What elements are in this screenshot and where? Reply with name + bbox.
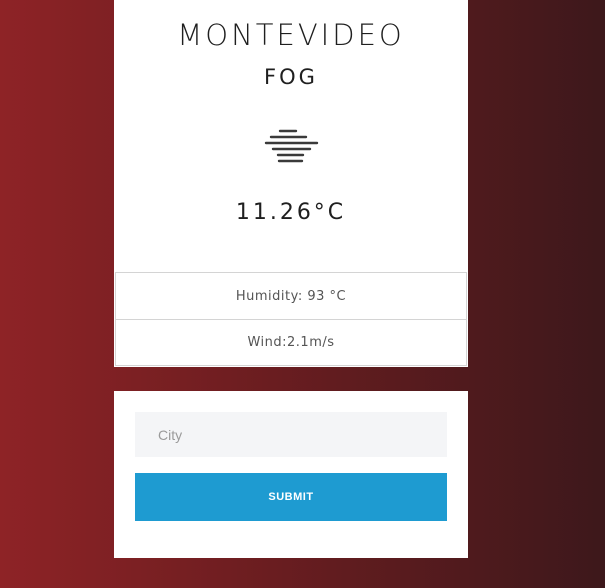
wind-readout: Wind:2.1m/s [116, 319, 466, 365]
city-search-form: SUBMIT [114, 391, 468, 558]
weather-details: Humidity: 93 °C Wind:2.1m/s [115, 272, 467, 366]
city-name: MONTEVIDEO [177, 18, 405, 52]
humidity-readout: Humidity: 93 °C [235, 288, 347, 304]
city-input[interactable] [135, 412, 447, 457]
fog-icon [114, 128, 468, 170]
temperature-readout: 11.26°C [235, 200, 347, 225]
weather-card: MONTEVIDEO FOG 11.26°C Humidity: 93 °C W… [114, 0, 468, 367]
weather-condition: FOG [264, 65, 318, 89]
submit-button[interactable]: SUBMIT [135, 473, 447, 521]
